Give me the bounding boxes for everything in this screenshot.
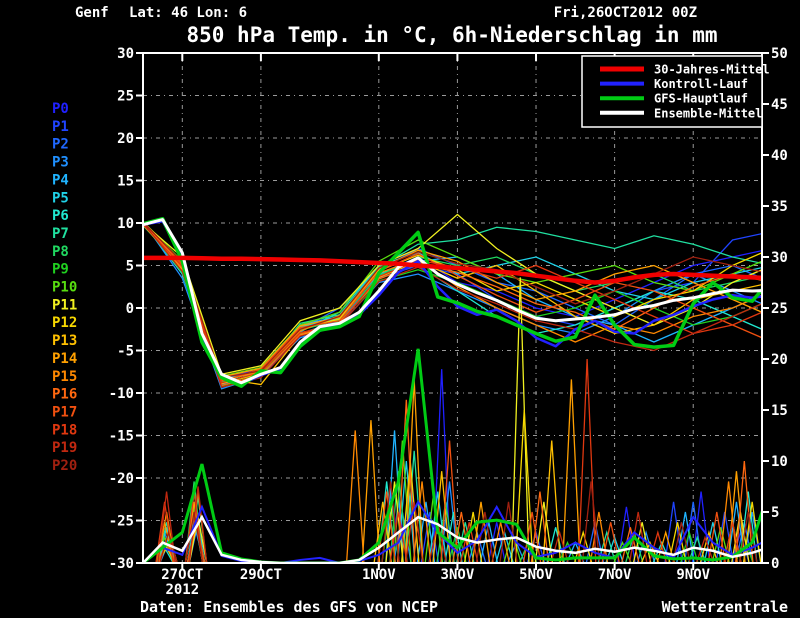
member-id-label-P20: P20 xyxy=(52,458,77,474)
member-id-label-P19: P19 xyxy=(52,440,77,456)
temp-tick-label: -5 xyxy=(117,344,134,360)
member-id-label-P1: P1 xyxy=(52,119,69,135)
member-id-label-P15: P15 xyxy=(52,369,77,385)
precip-tick-label: 25 xyxy=(771,301,788,317)
date-tick-label: 5NOV xyxy=(519,567,553,583)
member-id-label-P9: P9 xyxy=(52,262,69,278)
legend: 30-Jahres-MittelKontroll-LaufGFS-Hauptla… xyxy=(581,55,770,128)
member-id-label-P12: P12 xyxy=(52,315,77,331)
precip-tick-label: 50 xyxy=(771,46,788,62)
precip-tick-label: 5 xyxy=(771,505,779,521)
temp-tick-label: -15 xyxy=(109,429,134,445)
temp-tick-label: 15 xyxy=(117,174,134,190)
precip-tick-label: 10 xyxy=(771,454,788,470)
legend-entry-label: Ensemble-Mittel xyxy=(654,106,762,120)
precip-tick-label: 35 xyxy=(771,199,788,215)
temp-tick-label: -20 xyxy=(109,471,134,487)
precip-tick-label: 45 xyxy=(771,97,788,113)
station-label: Genf xyxy=(75,5,109,21)
chart-title: 850 hPa Temp. in °C, 6h-Niederschlag in … xyxy=(186,23,717,47)
temp-tick-label: 0 xyxy=(126,301,134,317)
year-label: 2012 xyxy=(165,582,199,598)
member-id-label-P6: P6 xyxy=(52,208,69,224)
ensemble-meteogram: Genf Lat: 46 Lon: 6 Fri,26OCT2012 00Z 85… xyxy=(0,0,800,618)
legend-entry-label: GFS-Hauptlauf xyxy=(654,92,748,106)
temp-tick-label: -30 xyxy=(109,556,134,572)
site-credit-label: Wetterzentrale xyxy=(662,598,788,616)
precip-tick-label: 15 xyxy=(771,403,788,419)
member-id-label-P7: P7 xyxy=(52,226,69,242)
member-id-label-P2: P2 xyxy=(52,137,69,153)
member-id-label-P18: P18 xyxy=(52,422,77,438)
date-tick-label: 27OCT xyxy=(161,567,203,583)
member-id-label-P0: P0 xyxy=(52,101,69,117)
precip-tick-label: 40 xyxy=(771,148,788,164)
member-id-label-P4: P4 xyxy=(52,172,69,188)
run-datetime-label: Fri,26OCT2012 00Z xyxy=(554,5,697,21)
precip-tick-label: 30 xyxy=(771,250,788,266)
date-tick-label: 3NOV xyxy=(441,567,475,583)
coords-label: Lat: 46 Lon: 6 xyxy=(129,5,247,21)
temp-tick-label: -10 xyxy=(109,386,134,402)
date-tick-label: 1NOV xyxy=(362,567,396,583)
member-id-label-P11: P11 xyxy=(52,297,77,313)
legend-entry-label: 30-Jahres-Mittel xyxy=(654,63,770,77)
temp-tick-label: 5 xyxy=(126,259,134,275)
meteogram-screen: Genf Lat: 46 Lon: 6 Fri,26OCT2012 00Z 85… xyxy=(0,0,800,618)
temp-tick-label: 25 xyxy=(117,89,134,105)
temp-tick-label: 30 xyxy=(117,46,134,62)
member-id-label-P14: P14 xyxy=(52,351,77,367)
precip-tick-label: 0 xyxy=(771,556,779,572)
temp-tick-label: 20 xyxy=(117,131,134,147)
member-id-label-P10: P10 xyxy=(52,280,77,296)
legend-entry-label: Kontroll-Lauf xyxy=(654,77,748,91)
precip-tick-label: 20 xyxy=(771,352,788,368)
date-tick-label: 9NOV xyxy=(676,567,710,583)
member-id-label-P16: P16 xyxy=(52,387,77,403)
data-source-label: Daten: Ensembles des GFS von NCEP xyxy=(140,598,438,616)
member-id-label-P13: P13 xyxy=(52,333,77,349)
member-id-label-P17: P17 xyxy=(52,404,77,420)
date-tick-label: 7NOV xyxy=(598,567,632,583)
temp-tick-label: -25 xyxy=(109,514,134,530)
member-id-label-P8: P8 xyxy=(52,244,69,260)
date-tick-label: 29OCT xyxy=(240,567,282,583)
temp-tick-label: 10 xyxy=(117,216,134,232)
member-id-label-P3: P3 xyxy=(52,155,69,171)
member-id-label-P5: P5 xyxy=(52,190,69,206)
